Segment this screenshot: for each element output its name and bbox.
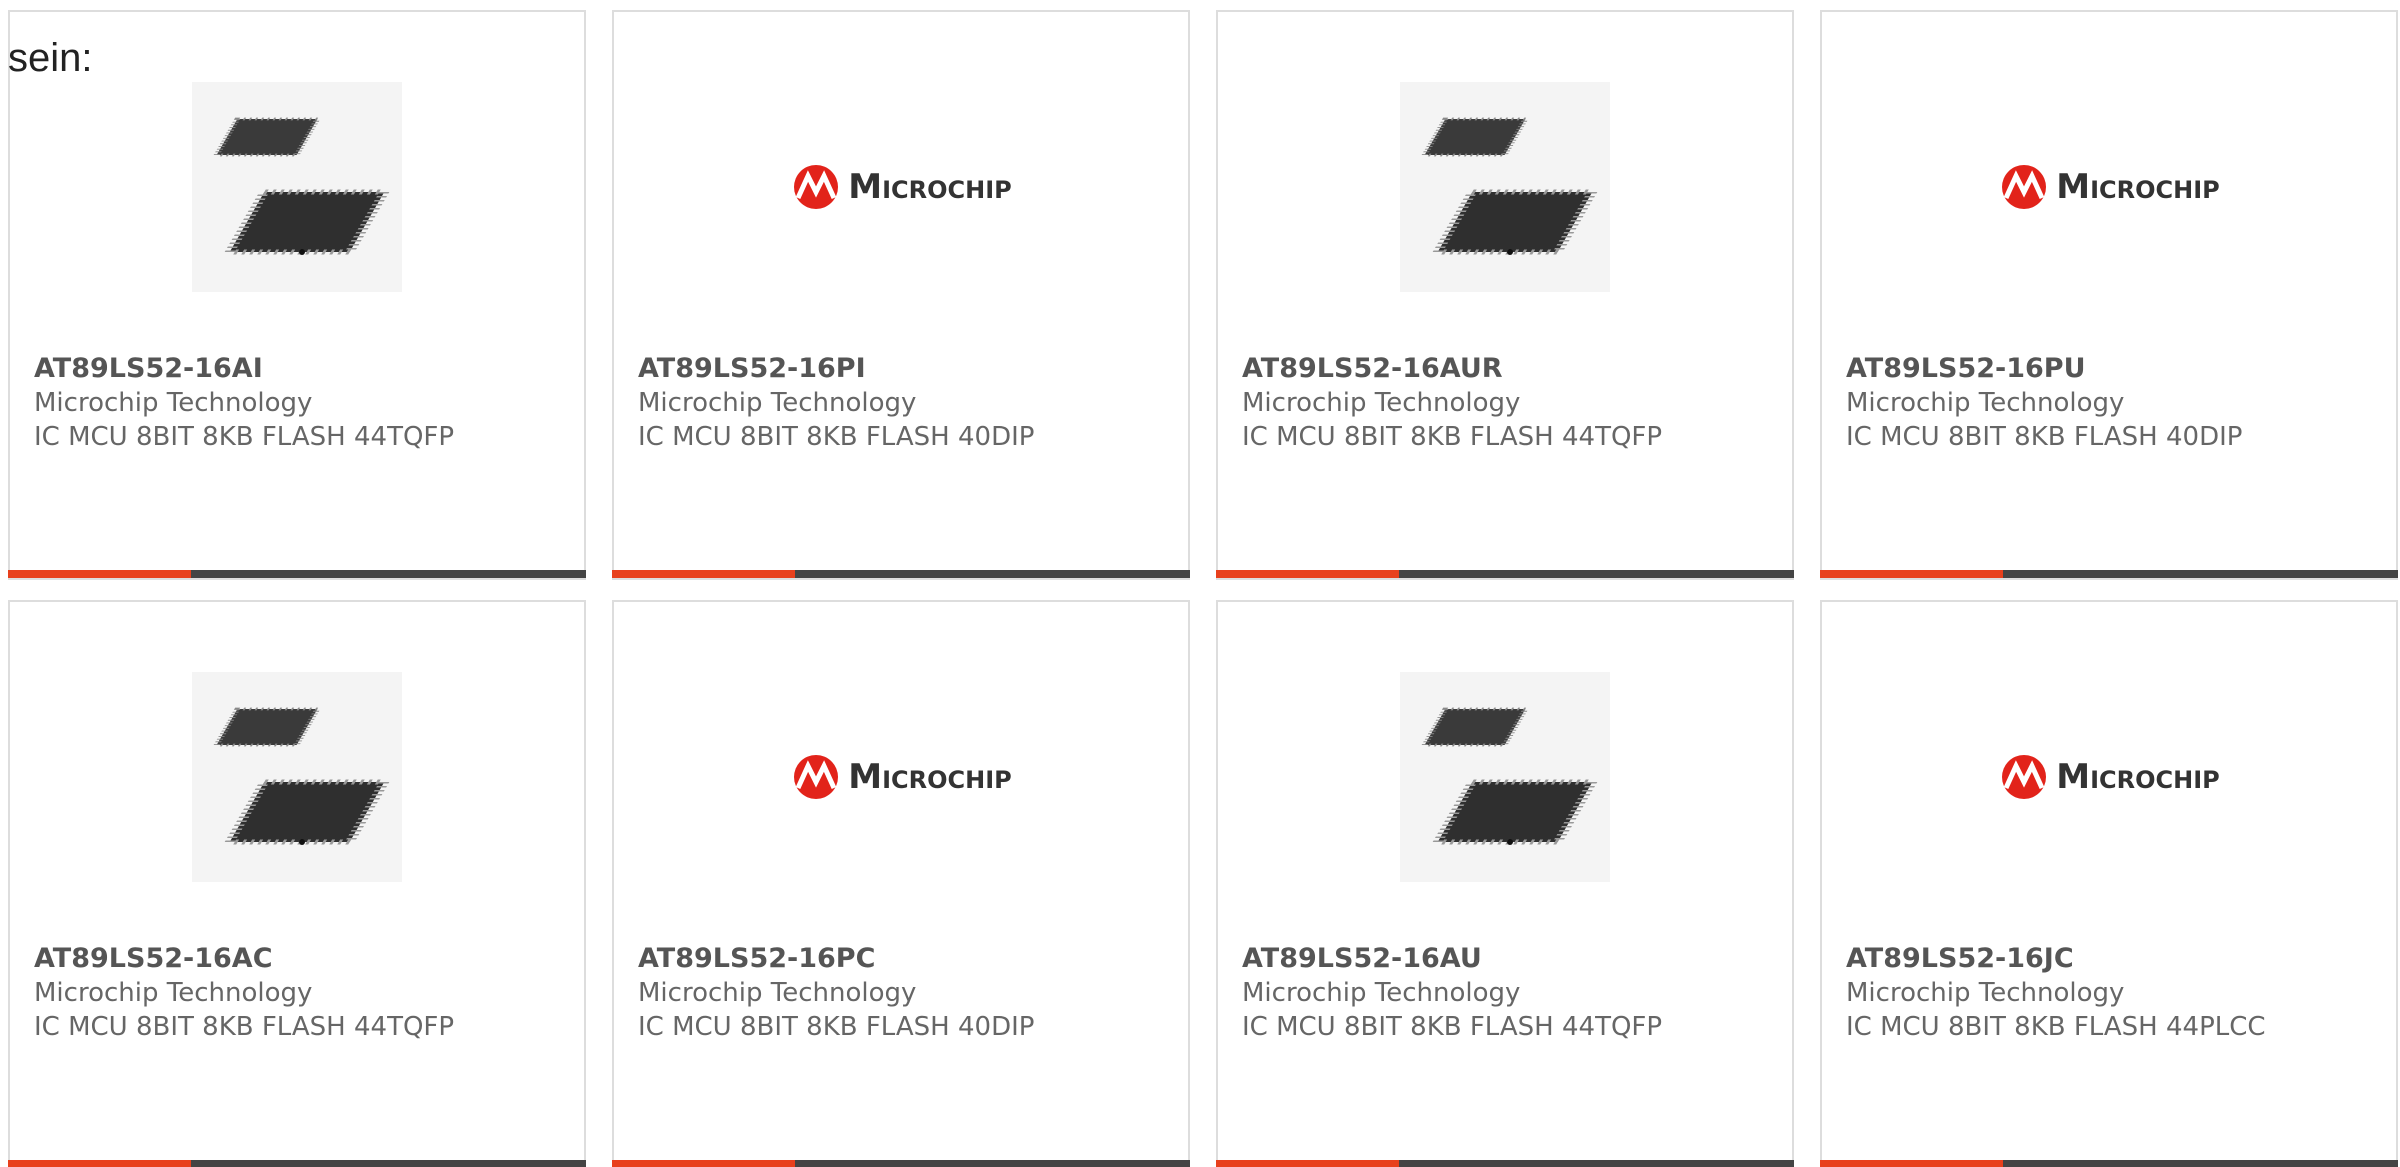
part-number-link[interactable]: AT89LS52-16AC [34, 942, 574, 976]
product-thumbnail: Microchip [614, 662, 1188, 892]
tqfp-chip-icon [1400, 82, 1610, 292]
bar-rest [795, 570, 1190, 578]
product-card[interactable]: AT89LS52-16AI Microchip Technology IC MC… [8, 10, 586, 580]
bar-accent [1216, 570, 1399, 578]
intro-text: sein: [8, 36, 93, 80]
bar-accent [612, 570, 795, 578]
product-thumbnail [1218, 72, 1792, 302]
product-card[interactable]: Microchip AT89LS52-16JC Microchip Techno… [1820, 600, 2398, 1167]
bar-rest [795, 1160, 1190, 1167]
manufacturer: Microchip Technology [638, 388, 917, 418]
microchip-logo-text: Microchip [848, 167, 1012, 207]
card-footer-bar [8, 1160, 586, 1167]
microchip-logo-text: Microchip [2056, 757, 2220, 797]
card-footer-bar [1820, 570, 2398, 578]
microchip-logo-text: Microchip [848, 757, 1012, 797]
card-footer-bar [612, 1160, 1190, 1167]
part-number-link[interactable]: AT89LS52-16PU [1846, 352, 2386, 386]
microchip-logo: Microchip [1998, 754, 2220, 800]
product-info: AT89LS52-16PI Microchip Technology IC MC… [638, 352, 1178, 454]
description: IC MCU 8BIT 8KB FLASH 44TQFP [1242, 1012, 1663, 1042]
part-number-link[interactable]: AT89LS52-16AU [1242, 942, 1782, 976]
card-footer-bar [1820, 1160, 2398, 1167]
product-thumbnail: Microchip [1822, 662, 2396, 892]
description: IC MCU 8BIT 8KB FLASH 44PLCC [1846, 1012, 2266, 1042]
product-thumbnail [1218, 662, 1792, 892]
product-info: AT89LS52-16PU Microchip Technology IC MC… [1846, 352, 2386, 454]
manufacturer: Microchip Technology [1846, 978, 2125, 1008]
product-thumbnail [10, 662, 584, 892]
description: IC MCU 8BIT 8KB FLASH 40DIP [638, 1012, 1035, 1042]
description: IC MCU 8BIT 8KB FLASH 44TQFP [34, 422, 455, 452]
product-info: AT89LS52-16AUR Microchip Technology IC M… [1242, 352, 1782, 454]
product-card[interactable]: Microchip AT89LS52-16PU Microchip Techno… [1820, 10, 2398, 580]
card-footer-bar [1216, 570, 1794, 578]
bar-rest [191, 1160, 586, 1167]
microchip-logo-icon [794, 165, 839, 209]
manufacturer: Microchip Technology [1242, 978, 1521, 1008]
product-card[interactable]: Microchip AT89LS52-16PC Microchip Techno… [612, 600, 1190, 1167]
microchip-logo: Microchip [790, 164, 1012, 210]
bar-rest [1399, 570, 1794, 578]
product-info: AT89LS52-16PC Microchip Technology IC MC… [638, 942, 1178, 1044]
tqfp-chip-icon [1400, 672, 1610, 882]
microchip-logo-text: Microchip [2056, 167, 2220, 207]
microchip-logo-icon [2002, 165, 2047, 209]
manufacturer: Microchip Technology [34, 388, 313, 418]
product-card[interactable]: AT89LS52-16AC Microchip Technology IC MC… [8, 600, 586, 1167]
bar-rest [191, 570, 586, 578]
product-card[interactable]: Microchip AT89LS52-16PI Microchip Techno… [612, 10, 1190, 580]
bar-rest [2003, 570, 2398, 578]
product-card[interactable]: AT89LS52-16AUR Microchip Technology IC M… [1216, 10, 1794, 580]
card-footer-bar [8, 570, 586, 578]
part-number-link[interactable]: AT89LS52-16PI [638, 352, 1178, 386]
product-info: AT89LS52-16AU Microchip Technology IC MC… [1242, 942, 1782, 1044]
tqfp-chip-icon [192, 82, 402, 292]
description: IC MCU 8BIT 8KB FLASH 40DIP [638, 422, 1035, 452]
bar-accent [1820, 1160, 2003, 1167]
description: IC MCU 8BIT 8KB FLASH 44TQFP [34, 1012, 455, 1042]
bar-rest [2003, 1160, 2398, 1167]
product-thumbnail: Microchip [1822, 72, 2396, 302]
part-number-link[interactable]: AT89LS52-16AI [34, 352, 574, 386]
part-number-link[interactable]: AT89LS52-16JC [1846, 942, 2386, 976]
product-grid-page: sein: AT89LS52-16AI Microchip Technology… [0, 0, 2400, 1167]
manufacturer: Microchip Technology [638, 978, 917, 1008]
bar-accent [8, 1160, 191, 1167]
description: IC MCU 8BIT 8KB FLASH 44TQFP [1242, 422, 1663, 452]
card-footer-bar [1216, 1160, 1794, 1167]
product-info: AT89LS52-16JC Microchip Technology IC MC… [1846, 942, 2386, 1044]
bar-accent [1820, 570, 2003, 578]
description: IC MCU 8BIT 8KB FLASH 40DIP [1846, 422, 2243, 452]
product-grid: AT89LS52-16AI Microchip Technology IC MC… [8, 10, 2398, 1167]
tqfp-chip-icon [192, 672, 402, 882]
manufacturer: Microchip Technology [1242, 388, 1521, 418]
bar-accent [612, 1160, 795, 1167]
part-number-link[interactable]: AT89LS52-16AUR [1242, 352, 1782, 386]
manufacturer: Microchip Technology [34, 978, 313, 1008]
bar-accent [8, 570, 191, 578]
microchip-logo-icon [794, 755, 839, 799]
part-number-link[interactable]: AT89LS52-16PC [638, 942, 1178, 976]
microchip-logo-icon [2002, 755, 2047, 799]
bar-accent [1216, 1160, 1399, 1167]
product-thumbnail: Microchip [614, 72, 1188, 302]
product-info: AT89LS52-16AI Microchip Technology IC MC… [34, 352, 574, 454]
product-info: AT89LS52-16AC Microchip Technology IC MC… [34, 942, 574, 1044]
product-thumbnail [10, 72, 584, 302]
manufacturer: Microchip Technology [1846, 388, 2125, 418]
microchip-logo: Microchip [790, 754, 1012, 800]
microchip-logo: Microchip [1998, 164, 2220, 210]
product-card[interactable]: AT89LS52-16AU Microchip Technology IC MC… [1216, 600, 1794, 1167]
card-footer-bar [612, 570, 1190, 578]
bar-rest [1399, 1160, 1794, 1167]
